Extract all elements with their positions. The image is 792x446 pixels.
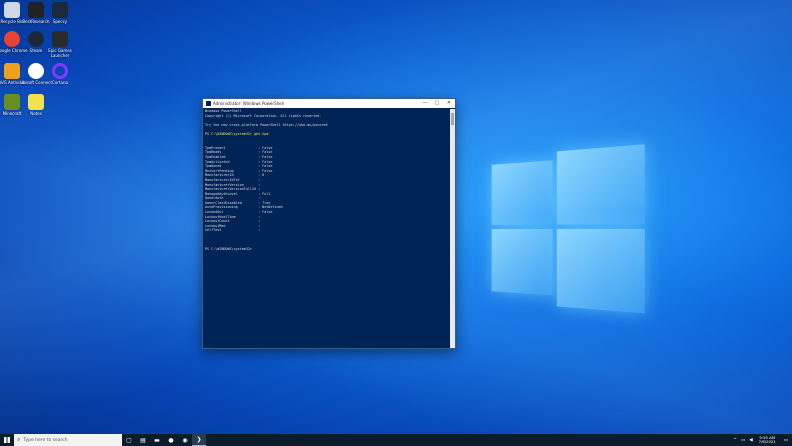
console-line: PS C:\WINDOWS\system32>: [205, 246, 252, 251]
show-hidden-icons-icon[interactable]: ^: [733, 438, 737, 443]
windows-icon: [4, 437, 10, 443]
taskbar: ⌕ Type here to search ▢ ▤ ▬ ● ◉ ❯ ^ ▭ ◀ 9:55 …: [0, 434, 792, 446]
console-output[interactable]: Windows PowerShell Copyright (C) Microsof…: [204, 109, 450, 347]
ring-icon: [52, 63, 68, 79]
volume-icon[interactable]: ◀: [749, 438, 752, 443]
app-icon: [28, 2, 44, 18]
close-button[interactable]: ✕: [443, 99, 455, 108]
powershell-icon: [206, 101, 211, 106]
windows-logo-wallpaper: [488, 142, 650, 319]
desktop-icon-label: Speccy: [52, 19, 68, 24]
minimize-button[interactable]: —: [419, 99, 431, 108]
clock[interactable]: 9:55 AM 7/6/2021: [758, 435, 776, 445]
search-icon: ⌕: [17, 436, 21, 443]
window-title: Administrator: Windows PowerShell: [213, 101, 284, 106]
desktop-icon[interactable]: Cortana: [43, 63, 77, 85]
powershell-window[interactable]: Administrator: Windows PowerShell — ▢ ✕ …: [202, 98, 456, 349]
title-bar[interactable]: Administrator: Windows PowerShell — ▢ ✕: [203, 99, 455, 108]
desktop-icon[interactable]: Epic Games Launcher: [43, 31, 77, 58]
scrollbar[interactable]: [450, 109, 455, 348]
store-icon[interactable]: ▤: [136, 434, 150, 446]
search-placeholder: Type here to search: [23, 437, 68, 443]
taskbar-items: ▢ ▤ ▬ ● ◉ ❯: [122, 434, 206, 446]
shield-icon: [4, 63, 20, 79]
recycle-bin-icon: [4, 2, 20, 18]
chrome-icon[interactable]: ●: [164, 434, 178, 446]
desktop-icon-label: Epic Games Launcher: [48, 48, 72, 58]
desktop-icon[interactable]: Notes: [19, 94, 53, 116]
clock-date: 7/6/2021: [758, 439, 776, 444]
powershell-icon[interactable]: ❯: [192, 434, 206, 446]
task-view-icon[interactable]: ▢: [122, 434, 136, 446]
maximize-button[interactable]: ▢: [431, 99, 443, 108]
epic-icon: [52, 31, 68, 47]
steam-icon: [28, 31, 44, 47]
start-button[interactable]: [0, 434, 14, 446]
file-explorer-icon[interactable]: ▬: [150, 434, 164, 446]
desktop-icon-label: Cortana: [52, 80, 68, 85]
file-icon: [28, 94, 44, 110]
system-tray: ^ ▭ ◀ 9:55 AM 7/6/2021 ▭: [731, 434, 792, 446]
ubisoft-icon: [28, 63, 44, 79]
steam-icon[interactable]: ◉: [178, 434, 192, 446]
notifications-icon[interactable]: ▭: [784, 438, 788, 443]
desktop-icon[interactable]: Speccy: [43, 2, 77, 24]
network-icon[interactable]: ▭: [741, 438, 745, 443]
desktop-icon-label: Notes: [30, 111, 42, 116]
cube-icon: [4, 94, 20, 110]
chrome-icon: [4, 31, 20, 47]
app-icon: [52, 2, 68, 18]
scrollbar-thumb[interactable]: [451, 113, 454, 125]
search-box[interactable]: ⌕ Type here to search: [14, 434, 122, 446]
